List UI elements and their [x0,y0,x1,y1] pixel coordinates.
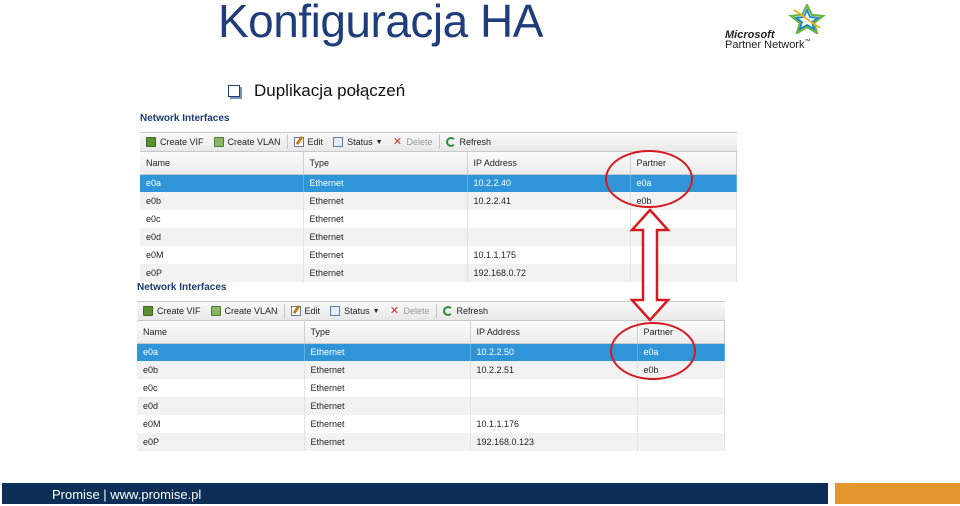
create-vlan-button[interactable]: Create VLAN [213,137,281,147]
create-vlan-icon [210,306,221,316]
panel-title: Network Interfaces [137,282,227,293]
toolbar-separator [283,304,285,318]
column-header-name[interactable]: Name [137,321,305,344]
cell-type: Ethernet [303,264,468,282]
microsoft-partner-network-logo: Microsoft Partner Network™ [722,4,834,54]
refresh-icon [445,137,456,147]
cell-type: Ethernet [304,397,471,415]
bullet-point: Duplikacja połączeń [228,81,405,101]
cell-name: e0c [137,379,305,397]
cell-type: Ethernet [303,192,468,210]
cell-type: Ethernet [304,415,471,433]
cell-name: e0c [140,210,304,228]
cell-name: e0P [137,433,305,451]
cell-name: e0a [137,343,305,361]
delete-button[interactable]: ✕ Delete [389,305,430,317]
cell-ip-address: 10.1.1.176 [470,415,638,433]
footer-accent [835,483,960,504]
edit-button[interactable]: Edit [293,137,323,147]
cell-partner [637,379,725,397]
cell-name: e0a [140,174,304,192]
column-header-type[interactable]: Type [303,152,468,175]
table-row[interactable]: e0M Ethernet 10.1.1.176 [137,415,725,433]
cell-type: Ethernet [303,246,468,264]
logo-program: Partner Network™ [725,39,811,51]
refresh-button[interactable]: Refresh [442,306,488,316]
delete-icon: ✕ [392,136,403,148]
create-vif-icon [146,137,156,147]
status-icon [330,306,341,316]
cell-ip-address [470,379,638,397]
cell-name: e0M [140,246,304,264]
cell-ip-address [467,210,631,228]
cell-type: Ethernet [303,228,468,246]
create-vif-button[interactable]: Create VIF [143,306,201,316]
footer-text: Promise | www.promise.pl [52,487,202,502]
cell-name: e0b [140,192,304,210]
cell-ip-address: 10.1.1.175 [467,246,631,264]
cell-type: Ethernet [304,343,471,361]
cell-partner [637,433,725,451]
refresh-icon [442,306,453,316]
status-dropdown[interactable]: Status ▼ [333,137,383,147]
cell-ip-address: 10.2.2.51 [470,361,638,379]
panel-title: Network Interfaces [140,113,230,124]
cell-ip-address: 192.168.0.72 [467,264,631,282]
checkbox-bullet-icon [228,85,240,97]
table-row[interactable]: e0d Ethernet [137,397,725,415]
double-arrow-icon [629,208,671,322]
chevron-down-icon: ▼ [375,138,383,146]
cell-partner [637,397,725,415]
cell-name: e0P [140,264,304,282]
toolbar-separator [286,135,288,149]
edit-icon [290,306,301,316]
cell-type: Ethernet [304,433,471,451]
partner-highlight-circle-1 [605,150,693,208]
cell-type: Ethernet [304,361,471,379]
create-vlan-icon [213,137,224,147]
cell-name: e0b [137,361,305,379]
slide-title: Konfiguracja HA [218,0,543,47]
edit-button[interactable]: Edit [290,306,320,316]
cell-type: Ethernet [303,174,468,192]
table-row[interactable]: e0c Ethernet [137,379,725,397]
cell-ip-address: 192.168.0.123 [470,433,638,451]
cell-type: Ethernet [303,210,468,228]
bullet-text: Duplikacja połączeń [254,81,406,100]
toolbar-separator [438,135,440,149]
create-vif-icon [143,306,153,316]
delete-button[interactable]: ✕ Delete [392,136,433,148]
slide-footer: Promise | www.promise.pl [0,481,960,506]
status-icon [333,137,344,147]
toolbar-separator [435,304,437,318]
column-header-type[interactable]: Type [304,321,471,344]
refresh-button[interactable]: Refresh [445,137,491,147]
chevron-down-icon: ▼ [372,307,380,315]
cell-ip-address [470,397,638,415]
cell-type: Ethernet [304,379,471,397]
cell-partner [637,415,725,433]
column-header-name[interactable]: Name [140,152,304,175]
table-row[interactable]: e0P Ethernet 192.168.0.123 [137,433,725,451]
create-vif-button[interactable]: Create VIF [146,137,204,147]
create-vlan-button[interactable]: Create VLAN [210,306,278,316]
partner-highlight-circle-2 [610,322,696,380]
cell-name: e0d [137,397,305,415]
footer-bar: Promise | www.promise.pl [2,483,828,504]
delete-icon: ✕ [389,305,400,317]
status-dropdown[interactable]: Status ▼ [330,306,380,316]
cell-ip-address: 10.2.2.41 [467,192,631,210]
cell-name: e0M [137,415,305,433]
cell-name: e0d [140,228,304,246]
partner-star-icon [788,4,826,34]
toolbar: Create VIF Create VLAN Edit Status ▼ ✕ Del… [140,132,737,152]
cell-ip-address [467,228,631,246]
edit-icon [293,137,304,147]
